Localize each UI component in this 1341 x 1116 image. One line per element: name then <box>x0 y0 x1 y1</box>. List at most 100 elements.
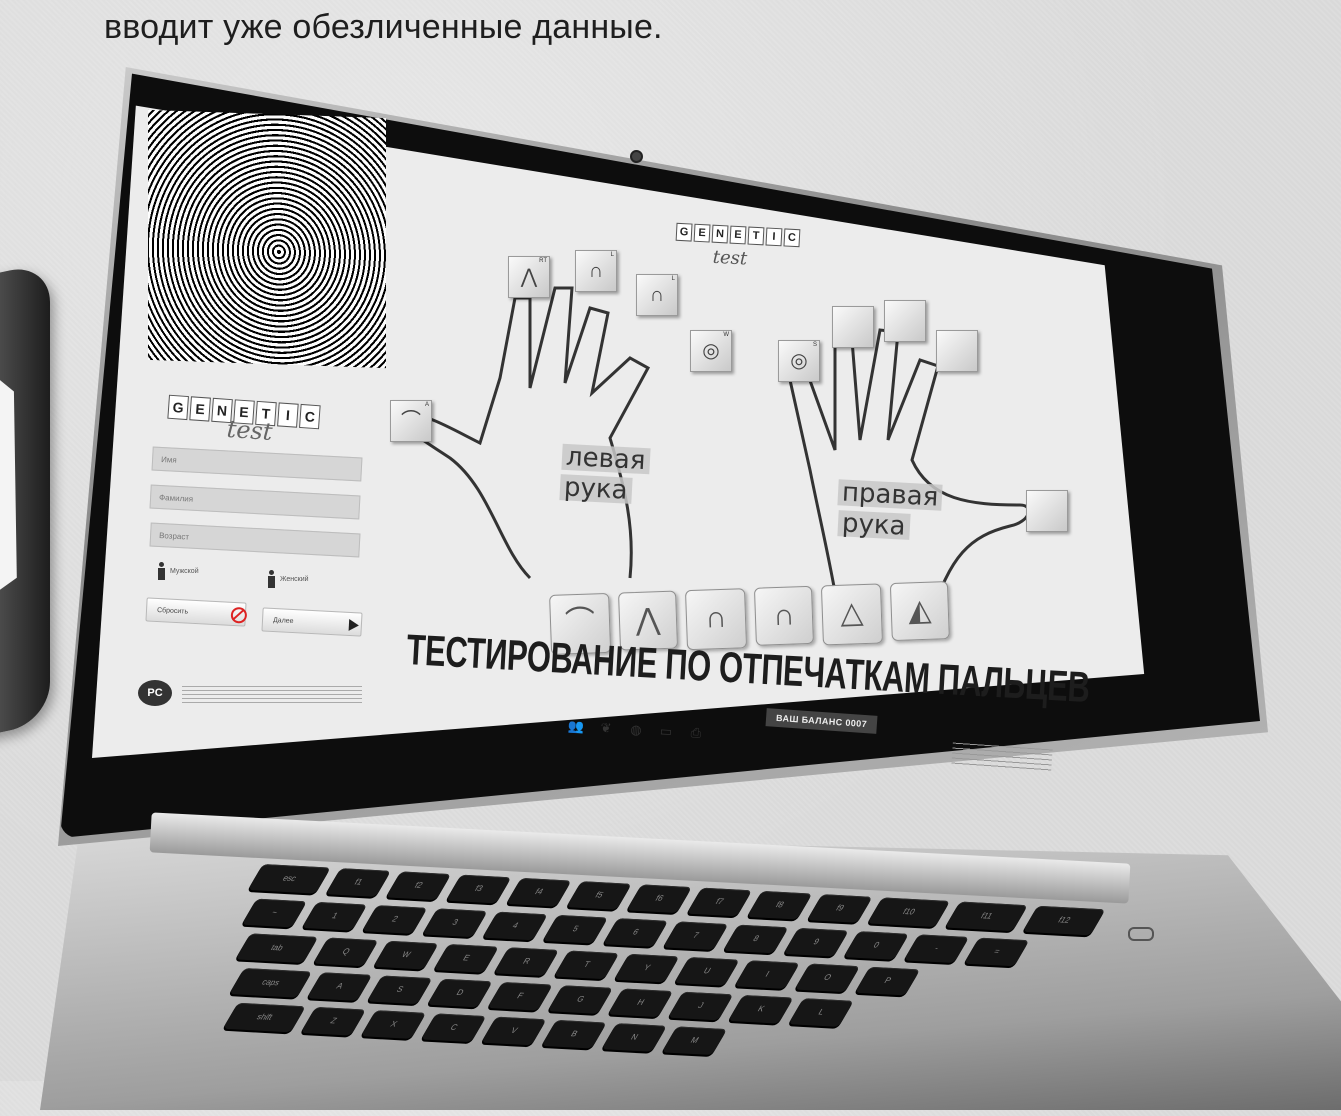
key-f4[interactable]: f4 <box>505 877 572 907</box>
key-k[interactable]: K <box>728 994 794 1024</box>
key-y[interactable]: Y <box>613 953 680 983</box>
key-d[interactable]: D <box>427 978 493 1008</box>
key-u[interactable]: U <box>674 956 740 986</box>
loop-icon[interactable]: ∩ <box>753 585 814 646</box>
key-3[interactable]: 3 <box>422 908 488 938</box>
key-w[interactable]: W <box>373 940 439 970</box>
gender-male-option[interactable]: Мужской <box>156 562 199 580</box>
key-f8[interactable]: f8 <box>746 890 813 920</box>
right-hand-outline <box>788 328 1031 621</box>
left-hand-label-line2: рука <box>559 472 633 506</box>
logo-letter: C <box>299 403 321 430</box>
key-q[interactable]: Q <box>312 937 379 967</box>
key-6[interactable]: 6 <box>602 918 669 947</box>
left-middle-finger-box[interactable]: ∩ L <box>575 250 617 292</box>
key-5[interactable]: 5 <box>542 914 609 944</box>
logo-subtitle: test <box>225 414 274 447</box>
key-f[interactable]: F <box>487 981 553 1011</box>
whorl-icon: ◎ <box>702 340 720 362</box>
next-button-label: Далее <box>272 616 294 626</box>
whorl-icon[interactable]: ◭ <box>889 581 950 642</box>
left-ring-finger-box[interactable]: ⋀ RT <box>508 256 550 298</box>
left-pinky-finger-box[interactable]: ⌒ A <box>390 400 432 442</box>
key-z[interactable]: Z <box>300 1006 367 1036</box>
key-0[interactable]: 0 <box>843 931 910 960</box>
key-f11[interactable]: f11 <box>944 901 1028 932</box>
key-7[interactable]: 7 <box>662 921 729 951</box>
key-f12[interactable]: f12 <box>1022 905 1106 936</box>
globe-icon[interactable]: ◍ <box>626 721 647 738</box>
right-pinky-finger-box[interactable] <box>1026 490 1068 532</box>
key-x[interactable]: X <box>360 1010 427 1039</box>
logo-letter: G <box>675 222 693 242</box>
whorl-icon: ◎ <box>790 350 808 372</box>
logo-letter: E <box>189 396 211 422</box>
arch-icon: ⌒ <box>401 410 421 432</box>
key--[interactable]: - <box>903 934 970 964</box>
key-=[interactable]: = <box>963 937 1030 967</box>
key-g[interactable]: G <box>547 985 614 1014</box>
key-f5[interactable]: f5 <box>566 881 632 910</box>
key-e[interactable]: E <box>433 944 499 973</box>
left-hand-outline <box>406 286 651 580</box>
right-thumb-finger-box[interactable]: ◎ S <box>778 340 820 382</box>
tented-arch-icon: ⋀ <box>520 266 538 288</box>
key-9[interactable]: 9 <box>783 927 849 957</box>
key-f9[interactable]: f9 <box>806 894 873 923</box>
key-l[interactable]: L <box>788 998 854 1027</box>
finger-tag: S <box>812 342 817 348</box>
key-j[interactable]: J <box>667 991 734 1021</box>
users-icon[interactable]: 👥 <box>566 718 587 735</box>
gender-female-option[interactable]: Женский <box>266 570 309 588</box>
left-index-finger-box[interactable]: ∩ L <box>636 274 678 316</box>
logo-letter: G <box>167 394 189 421</box>
key-f1[interactable]: f1 <box>325 868 392 897</box>
chat-icon[interactable]: ❦ <box>596 720 617 737</box>
key-f3[interactable]: f3 <box>445 874 512 904</box>
finger-tag: W <box>723 332 729 338</box>
key-f2[interactable]: f2 <box>385 871 452 901</box>
logo-letter: E <box>729 225 747 245</box>
key-f10[interactable]: f10 <box>867 897 951 927</box>
key-4[interactable]: 4 <box>482 911 548 941</box>
key-m[interactable]: M <box>661 1026 728 1056</box>
right-index-finger-box[interactable] <box>832 306 874 348</box>
right-middle-finger-box[interactable] <box>884 300 926 342</box>
key-n[interactable]: N <box>601 1023 668 1052</box>
key-~[interactable]: ~ <box>241 898 308 928</box>
key-caps[interactable]: caps <box>229 968 313 998</box>
key-t[interactable]: T <box>553 950 620 980</box>
loop-icon: ∩ <box>649 284 665 306</box>
key-f7[interactable]: f7 <box>686 887 753 917</box>
key-a[interactable]: A <box>306 972 373 1001</box>
next-button[interactable]: Далее <box>261 607 363 637</box>
monitor-icon[interactable]: ▭ <box>656 723 677 740</box>
key-c[interactable]: C <box>420 1013 487 1043</box>
key-o[interactable]: O <box>794 963 861 993</box>
key-h[interactable]: H <box>607 988 674 1018</box>
key-tab[interactable]: tab <box>235 933 319 963</box>
right-ring-finger-box[interactable] <box>936 330 978 372</box>
left-hand-label-line1: левая <box>561 442 651 476</box>
key-f6[interactable]: f6 <box>626 884 693 914</box>
key-1[interactable]: 1 <box>301 901 368 931</box>
key-b[interactable]: B <box>541 1019 607 1049</box>
key-esc[interactable]: esc <box>247 863 331 894</box>
left-thumb-finger-box[interactable]: ◎ W <box>690 330 732 372</box>
key-8[interactable]: 8 <box>723 924 789 954</box>
key-v[interactable]: V <box>481 1016 547 1046</box>
key-shift[interactable]: shift <box>222 1002 306 1033</box>
printer-icon[interactable]: ⎙ <box>686 725 707 742</box>
gender-male-label: Мужской <box>170 567 199 575</box>
key-s[interactable]: S <box>366 975 433 1005</box>
female-person-icon <box>266 570 276 588</box>
whorl-icon[interactable]: △ <box>820 583 883 646</box>
key-p[interactable]: P <box>854 966 921 996</box>
key-i[interactable]: I <box>734 960 800 989</box>
logo-letter: I <box>765 227 783 247</box>
key-2[interactable]: 2 <box>361 905 428 934</box>
right-hand-label-line1: правая <box>837 477 943 513</box>
key-r[interactable]: R <box>493 947 560 976</box>
loop-icon[interactable]: ∩ <box>684 588 748 651</box>
clear-button[interactable]: Сбросить <box>145 597 248 627</box>
